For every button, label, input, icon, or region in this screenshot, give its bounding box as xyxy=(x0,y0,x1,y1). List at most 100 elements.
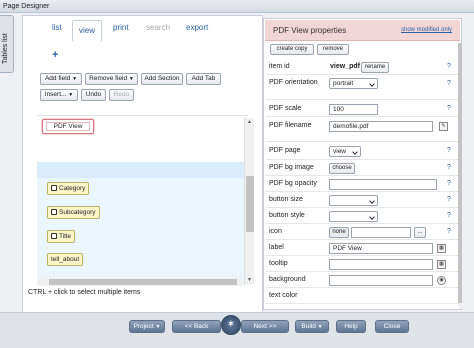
build-label: Build xyxy=(301,323,316,330)
chevron-down-icon: ▼ xyxy=(317,324,323,330)
calendar-icon[interactable]: ▦ xyxy=(437,260,446,269)
help-icon[interactable]: ? xyxy=(447,105,451,112)
button-style-label: button style xyxy=(269,212,305,219)
add-tab-button[interactable]: Add Tab xyxy=(186,73,221,85)
build-button[interactable]: Build ▼ xyxy=(295,320,329,333)
chevron-down-icon: ▼ xyxy=(128,76,134,82)
help-icon[interactable]: ? xyxy=(447,63,451,70)
edit-icon[interactable]: ✎ xyxy=(439,122,448,131)
button-size-select[interactable] xyxy=(329,195,378,206)
project-button[interactable]: Project ▼ xyxy=(129,320,165,333)
tab-export[interactable]: export xyxy=(186,23,208,32)
tab-list[interactable]: list xyxy=(52,23,62,32)
canvas-horizontal-scrollbar[interactable] xyxy=(37,278,243,286)
help-icon[interactable]: ? xyxy=(447,212,451,219)
canvas-vertical-scrollbar[interactable]: ▲ ▼ xyxy=(244,118,254,284)
pdf-view-label: PDF View xyxy=(46,122,90,131)
calendar-icon[interactable]: ▦ xyxy=(437,244,446,253)
label-input[interactable]: PDF View xyxy=(329,243,433,254)
icon-none-button[interactable]: none xyxy=(329,227,349,238)
close-button[interactable]: Close xyxy=(375,320,409,333)
pdf-bg-image-label: PDF bg image xyxy=(269,164,314,171)
help-button[interactable]: Help xyxy=(336,320,366,333)
text-color-label: text color xyxy=(269,292,298,299)
pdf-filename-label: PDF filename xyxy=(269,122,312,129)
properties-title: PDF View properties xyxy=(273,26,347,35)
tab-view[interactable]: view xyxy=(72,20,103,41)
window-title: Page Designer xyxy=(0,0,474,13)
help-icon[interactable]: ? xyxy=(447,164,451,171)
button-style-select[interactable] xyxy=(329,211,378,222)
button-size-label: button size xyxy=(269,196,303,203)
field-subcategory[interactable]: Subcategory xyxy=(47,206,100,219)
icon-input[interactable] xyxy=(351,227,411,238)
pdf-filename-input[interactable]: demofile.pdf xyxy=(329,121,433,132)
scrollbar-thumb[interactable] xyxy=(458,43,462,303)
back-button[interactable]: << Back xyxy=(172,320,221,333)
pdf-view-button[interactable]: PDF View xyxy=(42,119,94,134)
tooltip-label: tooltip xyxy=(269,260,288,267)
scrollbar-thumb[interactable] xyxy=(49,279,237,285)
add-field-button[interactable]: Add field ▼ xyxy=(40,73,82,85)
field-label: Title xyxy=(59,233,72,240)
tab-search: search xyxy=(146,23,171,32)
project-label: Project xyxy=(133,323,154,330)
pdf-bg-opacity-label: PDF bg opacity xyxy=(269,180,317,187)
selection-hint: CTRL + click to select multiple items xyxy=(28,289,141,296)
remove-button[interactable]: remove xyxy=(317,44,349,55)
field-label: tell_about xyxy=(51,256,80,263)
background-label: background xyxy=(269,276,306,283)
pdf-orientation-select[interactable]: portrait xyxy=(329,78,378,89)
field-tell-about[interactable]: tell_about xyxy=(47,253,84,266)
checkbox-icon[interactable] xyxy=(51,233,57,239)
help-icon[interactable]: ? xyxy=(447,180,451,187)
pdf-orientation-label: PDF orientation xyxy=(269,79,318,86)
tables-list-label: Tables list xyxy=(2,33,9,64)
scrollbar-thumb[interactable] xyxy=(246,176,254,232)
label-label: label xyxy=(269,244,284,251)
pdf-page-select[interactable]: view xyxy=(329,146,361,157)
undo-button[interactable]: Undo xyxy=(81,89,106,101)
item-id-value: view_pdf xyxy=(330,63,360,70)
scroll-up-icon[interactable]: ▲ xyxy=(247,119,252,125)
help-icon[interactable]: ? xyxy=(447,147,451,154)
insert-label: Insert... xyxy=(44,91,67,98)
icon-browse-button[interactable]: ... xyxy=(414,227,426,238)
color-picker-icon[interactable]: ◉ xyxy=(437,276,446,285)
insert-button[interactable]: Insert... ▼ xyxy=(40,89,78,101)
help-icon[interactable]: ? xyxy=(447,80,451,87)
chevron-down-icon: ▼ xyxy=(68,92,74,98)
remove-field-button[interactable]: Remove field ▼ xyxy=(85,73,138,85)
pdf-scale-label: PDF scale xyxy=(269,105,302,112)
tab-print[interactable]: print xyxy=(113,23,129,32)
properties-scrollbar[interactable] xyxy=(458,43,462,308)
scroll-down-icon[interactable]: ▼ xyxy=(247,277,252,283)
rename-button[interactable]: rename xyxy=(361,62,389,73)
icon-label: icon xyxy=(269,228,282,235)
next-button[interactable]: Next >> xyxy=(241,320,289,333)
run-icon[interactable]: ✶ xyxy=(221,315,241,335)
help-icon[interactable]: ? xyxy=(447,228,451,235)
checkbox-icon[interactable] xyxy=(51,209,57,215)
tooltip-input[interactable] xyxy=(329,259,433,270)
field-category[interactable]: Category xyxy=(47,182,90,195)
add-page-button[interactable]: + xyxy=(52,49,58,61)
chevron-down-icon: ▼ xyxy=(155,324,161,330)
remove-field-label: Remove field xyxy=(89,75,128,82)
checkbox-icon[interactable] xyxy=(51,185,57,191)
choose-image-button[interactable]: choose xyxy=(329,163,355,174)
section-header[interactable] xyxy=(37,162,248,178)
show-modified-link[interactable]: show modified only xyxy=(401,27,452,33)
create-copy-button[interactable]: create copy xyxy=(270,44,314,55)
redo-button: Redo xyxy=(109,89,134,101)
background-input[interactable] xyxy=(329,275,433,286)
pdf-scale-input[interactable]: 100 xyxy=(329,104,378,115)
item-id-label: item id xyxy=(269,63,290,70)
add-section-button[interactable]: Add Section xyxy=(141,73,183,85)
chevron-down-icon: ▼ xyxy=(72,76,78,82)
tables-list-tab[interactable]: Tables list xyxy=(0,15,14,73)
pdf-bg-opacity-input[interactable] xyxy=(329,179,437,190)
field-title[interactable]: Title xyxy=(47,230,76,243)
add-field-label: Add field xyxy=(44,75,71,82)
help-icon[interactable]: ? xyxy=(447,196,451,203)
